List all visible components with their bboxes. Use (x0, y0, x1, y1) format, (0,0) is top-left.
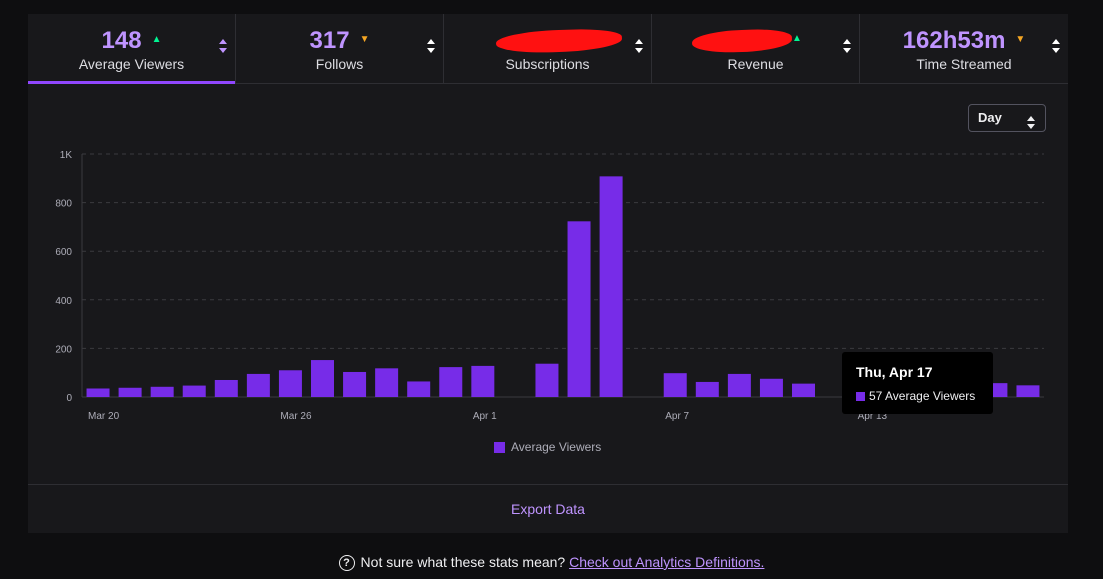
analytics-definitions-link[interactable]: Check out Analytics Definitions. (569, 554, 764, 570)
chart-bar (792, 383, 815, 397)
chart-bar (1016, 385, 1040, 397)
export-data-button[interactable]: Export Data (28, 484, 1068, 533)
chart-bar (278, 370, 302, 397)
chart-bar (727, 373, 751, 397)
y-tick-label: 400 (55, 296, 72, 307)
legend-swatch (494, 441, 505, 453)
chart-bar (439, 367, 463, 397)
y-tick-label: 600 (55, 247, 72, 258)
chart-bar (311, 360, 334, 397)
analytics-panel: 148 ▲ Average Viewers 317 ▼ Follows Subscr… (28, 14, 1068, 533)
question-circle-icon: ? (338, 555, 355, 571)
help-text: Not sure what these stats mean? (360, 554, 566, 570)
chart-bar (599, 176, 623, 397)
x-tick-label: Mar 26 (280, 411, 312, 422)
chart-legend: Average Viewers (494, 440, 601, 454)
chart-bar (246, 373, 270, 397)
chart-bar (375, 368, 399, 397)
chart-bar (214, 379, 238, 397)
chart-bar (86, 388, 110, 397)
chart-bar (407, 381, 431, 397)
chart-bar (343, 371, 367, 397)
chart-bar (150, 386, 174, 397)
tooltip-swatch (856, 391, 865, 401)
y-tick-label: 0 (66, 393, 72, 404)
chart-bar (695, 381, 719, 397)
chart-bar (567, 221, 591, 397)
x-tick-label: Apr 1 (473, 411, 497, 422)
chart-bar (118, 387, 142, 397)
tooltip-value: 57 Average Viewers (869, 389, 976, 403)
tooltip-title: Thu, Apr 17 (856, 364, 933, 380)
y-tick-label: 1K (60, 150, 73, 161)
chart-bar (663, 373, 687, 397)
y-tick-label: 200 (55, 344, 72, 355)
chart-bar (759, 378, 783, 397)
x-tick-label: Apr 7 (665, 411, 689, 422)
chart-tooltip: Thu, Apr 17 57 Average Viewers (842, 352, 993, 414)
x-tick-label: Mar 20 (88, 411, 120, 422)
chart-bar (471, 365, 495, 397)
y-tick-label: 800 (55, 199, 72, 210)
chart-bar (535, 363, 559, 397)
legend-label: Average Viewers (511, 440, 602, 454)
export-data-label: Export Data (511, 501, 585, 517)
help-line: ? Not sure what these stats mean? Check o… (0, 554, 1103, 571)
chart-bar (182, 385, 206, 397)
